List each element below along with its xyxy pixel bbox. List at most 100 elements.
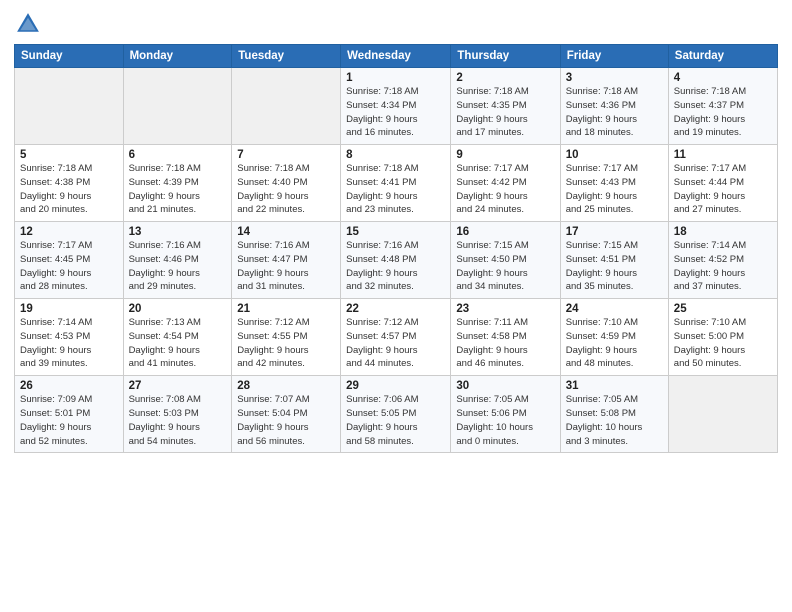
day-info: Sunrise: 7:18 AM Sunset: 4:41 PM Dayligh…: [346, 162, 445, 217]
weekday-header-tuesday: Tuesday: [232, 45, 341, 68]
calendar-cell: 29Sunrise: 7:06 AM Sunset: 5:05 PM Dayli…: [341, 376, 451, 453]
calendar-cell: 5Sunrise: 7:18 AM Sunset: 4:38 PM Daylig…: [15, 145, 124, 222]
calendar-cell: 23Sunrise: 7:11 AM Sunset: 4:58 PM Dayli…: [451, 299, 560, 376]
weekday-header-wednesday: Wednesday: [341, 45, 451, 68]
week-row-1: 1Sunrise: 7:18 AM Sunset: 4:34 PM Daylig…: [15, 68, 778, 145]
weekday-header-monday: Monday: [123, 45, 232, 68]
day-number: 27: [129, 380, 227, 392]
calendar-cell: 27Sunrise: 7:08 AM Sunset: 5:03 PM Dayli…: [123, 376, 232, 453]
day-info: Sunrise: 7:07 AM Sunset: 5:04 PM Dayligh…: [237, 393, 335, 448]
day-info: Sunrise: 7:17 AM Sunset: 4:43 PM Dayligh…: [566, 162, 663, 217]
day-info: Sunrise: 7:18 AM Sunset: 4:36 PM Dayligh…: [566, 85, 663, 140]
day-number: 4: [674, 72, 772, 84]
day-number: 5: [20, 149, 118, 161]
calendar-cell: 7Sunrise: 7:18 AM Sunset: 4:40 PM Daylig…: [232, 145, 341, 222]
calendar-cell: 19Sunrise: 7:14 AM Sunset: 4:53 PM Dayli…: [15, 299, 124, 376]
day-info: Sunrise: 7:15 AM Sunset: 4:50 PM Dayligh…: [456, 239, 554, 294]
calendar-cell: 25Sunrise: 7:10 AM Sunset: 5:00 PM Dayli…: [668, 299, 777, 376]
day-number: 22: [346, 303, 445, 315]
calendar-cell: 17Sunrise: 7:15 AM Sunset: 4:51 PM Dayli…: [560, 222, 668, 299]
weekday-header-sunday: Sunday: [15, 45, 124, 68]
calendar-cell: 28Sunrise: 7:07 AM Sunset: 5:04 PM Dayli…: [232, 376, 341, 453]
weekday-header-friday: Friday: [560, 45, 668, 68]
week-row-3: 12Sunrise: 7:17 AM Sunset: 4:45 PM Dayli…: [15, 222, 778, 299]
calendar-cell: 14Sunrise: 7:16 AM Sunset: 4:47 PM Dayli…: [232, 222, 341, 299]
day-number: 17: [566, 226, 663, 238]
day-info: Sunrise: 7:16 AM Sunset: 4:47 PM Dayligh…: [237, 239, 335, 294]
logo: [14, 10, 46, 38]
day-number: 16: [456, 226, 554, 238]
header: [14, 10, 778, 38]
calendar-cell: 11Sunrise: 7:17 AM Sunset: 4:44 PM Dayli…: [668, 145, 777, 222]
day-number: 31: [566, 380, 663, 392]
day-number: 15: [346, 226, 445, 238]
day-info: Sunrise: 7:18 AM Sunset: 4:40 PM Dayligh…: [237, 162, 335, 217]
calendar-cell: 31Sunrise: 7:05 AM Sunset: 5:08 PM Dayli…: [560, 376, 668, 453]
day-number: 10: [566, 149, 663, 161]
calendar-table: SundayMondayTuesdayWednesdayThursdayFrid…: [14, 44, 778, 453]
day-info: Sunrise: 7:12 AM Sunset: 4:55 PM Dayligh…: [237, 316, 335, 371]
calendar-cell: [123, 68, 232, 145]
calendar-cell: 24Sunrise: 7:10 AM Sunset: 4:59 PM Dayli…: [560, 299, 668, 376]
day-info: Sunrise: 7:08 AM Sunset: 5:03 PM Dayligh…: [129, 393, 227, 448]
day-info: Sunrise: 7:15 AM Sunset: 4:51 PM Dayligh…: [566, 239, 663, 294]
day-info: Sunrise: 7:17 AM Sunset: 4:45 PM Dayligh…: [20, 239, 118, 294]
day-info: Sunrise: 7:14 AM Sunset: 4:53 PM Dayligh…: [20, 316, 118, 371]
day-info: Sunrise: 7:13 AM Sunset: 4:54 PM Dayligh…: [129, 316, 227, 371]
calendar-cell: 9Sunrise: 7:17 AM Sunset: 4:42 PM Daylig…: [451, 145, 560, 222]
calendar-cell: [15, 68, 124, 145]
day-number: 28: [237, 380, 335, 392]
calendar-cell: 6Sunrise: 7:18 AM Sunset: 4:39 PM Daylig…: [123, 145, 232, 222]
day-number: 13: [129, 226, 227, 238]
day-number: 20: [129, 303, 227, 315]
weekday-header-saturday: Saturday: [668, 45, 777, 68]
day-number: 19: [20, 303, 118, 315]
calendar-header: SundayMondayTuesdayWednesdayThursdayFrid…: [15, 45, 778, 68]
week-row-5: 26Sunrise: 7:09 AM Sunset: 5:01 PM Dayli…: [15, 376, 778, 453]
day-number: 23: [456, 303, 554, 315]
day-number: 3: [566, 72, 663, 84]
day-number: 24: [566, 303, 663, 315]
day-info: Sunrise: 7:18 AM Sunset: 4:39 PM Dayligh…: [129, 162, 227, 217]
calendar-cell: 8Sunrise: 7:18 AM Sunset: 4:41 PM Daylig…: [341, 145, 451, 222]
day-info: Sunrise: 7:10 AM Sunset: 4:59 PM Dayligh…: [566, 316, 663, 371]
calendar-cell: 21Sunrise: 7:12 AM Sunset: 4:55 PM Dayli…: [232, 299, 341, 376]
calendar-body: 1Sunrise: 7:18 AM Sunset: 4:34 PM Daylig…: [15, 68, 778, 453]
calendar-cell: 16Sunrise: 7:15 AM Sunset: 4:50 PM Dayli…: [451, 222, 560, 299]
calendar-cell: 12Sunrise: 7:17 AM Sunset: 4:45 PM Dayli…: [15, 222, 124, 299]
day-info: Sunrise: 7:05 AM Sunset: 5:06 PM Dayligh…: [456, 393, 554, 448]
calendar-cell: 20Sunrise: 7:13 AM Sunset: 4:54 PM Dayli…: [123, 299, 232, 376]
day-number: 18: [674, 226, 772, 238]
day-info: Sunrise: 7:14 AM Sunset: 4:52 PM Dayligh…: [674, 239, 772, 294]
day-number: 25: [674, 303, 772, 315]
day-info: Sunrise: 7:17 AM Sunset: 4:44 PM Dayligh…: [674, 162, 772, 217]
day-number: 29: [346, 380, 445, 392]
day-info: Sunrise: 7:06 AM Sunset: 5:05 PM Dayligh…: [346, 393, 445, 448]
logo-icon: [14, 10, 42, 38]
weekday-header-thursday: Thursday: [451, 45, 560, 68]
calendar-cell: [668, 376, 777, 453]
calendar-cell: 26Sunrise: 7:09 AM Sunset: 5:01 PM Dayli…: [15, 376, 124, 453]
day-number: 21: [237, 303, 335, 315]
day-number: 1: [346, 72, 445, 84]
calendar-cell: 22Sunrise: 7:12 AM Sunset: 4:57 PM Dayli…: [341, 299, 451, 376]
calendar-cell: 15Sunrise: 7:16 AM Sunset: 4:48 PM Dayli…: [341, 222, 451, 299]
day-number: 2: [456, 72, 554, 84]
day-number: 9: [456, 149, 554, 161]
day-number: 26: [20, 380, 118, 392]
day-info: Sunrise: 7:18 AM Sunset: 4:34 PM Dayligh…: [346, 85, 445, 140]
day-number: 11: [674, 149, 772, 161]
calendar-cell: [232, 68, 341, 145]
day-number: 7: [237, 149, 335, 161]
day-info: Sunrise: 7:18 AM Sunset: 4:35 PM Dayligh…: [456, 85, 554, 140]
day-info: Sunrise: 7:10 AM Sunset: 5:00 PM Dayligh…: [674, 316, 772, 371]
day-info: Sunrise: 7:11 AM Sunset: 4:58 PM Dayligh…: [456, 316, 554, 371]
calendar-cell: 30Sunrise: 7:05 AM Sunset: 5:06 PM Dayli…: [451, 376, 560, 453]
day-info: Sunrise: 7:05 AM Sunset: 5:08 PM Dayligh…: [566, 393, 663, 448]
week-row-2: 5Sunrise: 7:18 AM Sunset: 4:38 PM Daylig…: [15, 145, 778, 222]
calendar-cell: 18Sunrise: 7:14 AM Sunset: 4:52 PM Dayli…: [668, 222, 777, 299]
day-number: 8: [346, 149, 445, 161]
week-row-4: 19Sunrise: 7:14 AM Sunset: 4:53 PM Dayli…: [15, 299, 778, 376]
calendar-cell: 4Sunrise: 7:18 AM Sunset: 4:37 PM Daylig…: [668, 68, 777, 145]
calendar-cell: 2Sunrise: 7:18 AM Sunset: 4:35 PM Daylig…: [451, 68, 560, 145]
